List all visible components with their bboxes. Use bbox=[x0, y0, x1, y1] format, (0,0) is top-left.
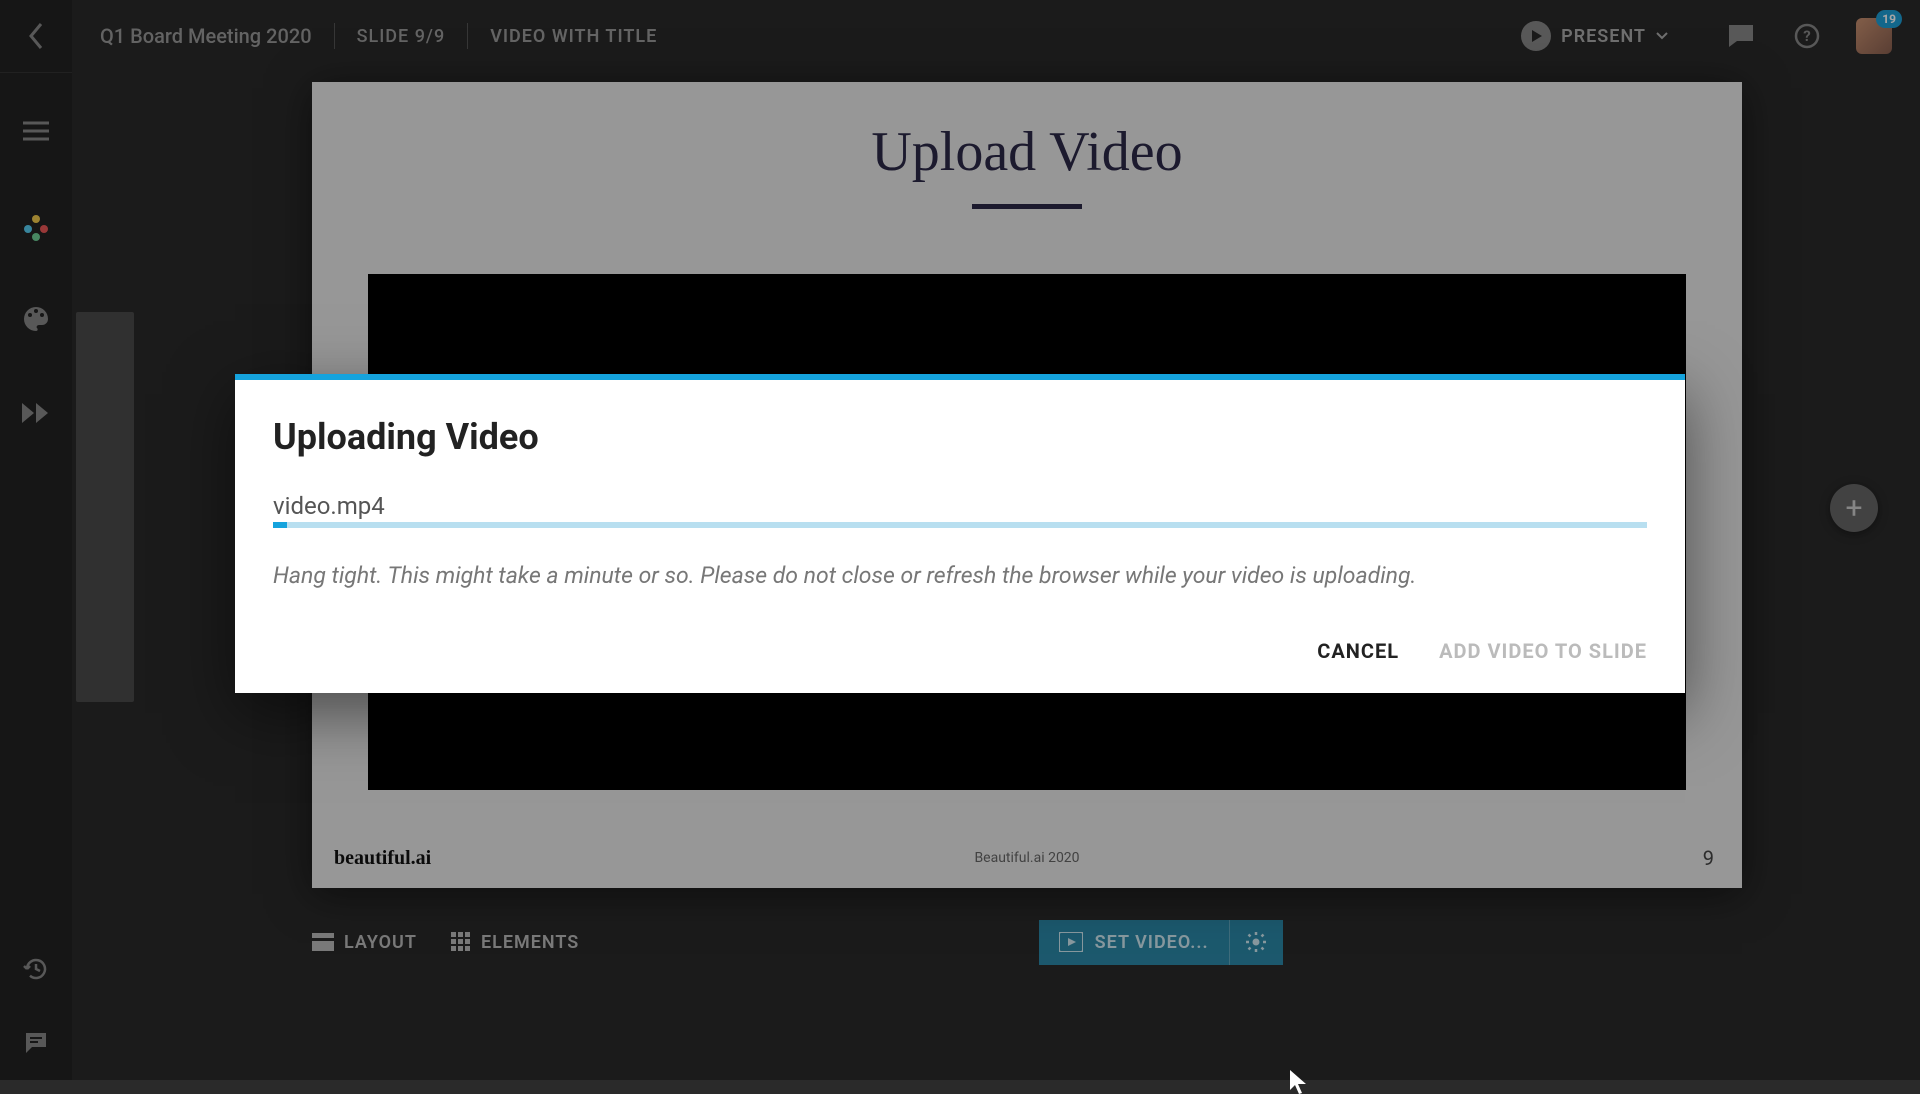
upload-video-modal: Uploading Video video.mp4 Hang tight. Th… bbox=[235, 374, 1685, 693]
modal-overlay: Uploading Video video.mp4 Hang tight. Th… bbox=[0, 0, 1920, 1080]
upload-hint: Hang tight. This might take a minute or … bbox=[273, 562, 1647, 589]
upload-filename: video.mp4 bbox=[273, 492, 1647, 520]
add-video-to-slide-button[interactable]: ADD VIDEO TO SLIDE bbox=[1439, 639, 1647, 663]
cancel-button[interactable]: CANCEL bbox=[1317, 639, 1399, 663]
modal-title: Uploading Video bbox=[273, 416, 1647, 458]
upload-progress-bar bbox=[273, 522, 1647, 528]
app-root: Q1 Board Meeting 2020 SLIDE 9/9 VIDEO WI… bbox=[0, 0, 1920, 1080]
upload-progress-fill bbox=[273, 522, 287, 528]
modal-actions: CANCEL ADD VIDEO TO SLIDE bbox=[273, 639, 1647, 663]
